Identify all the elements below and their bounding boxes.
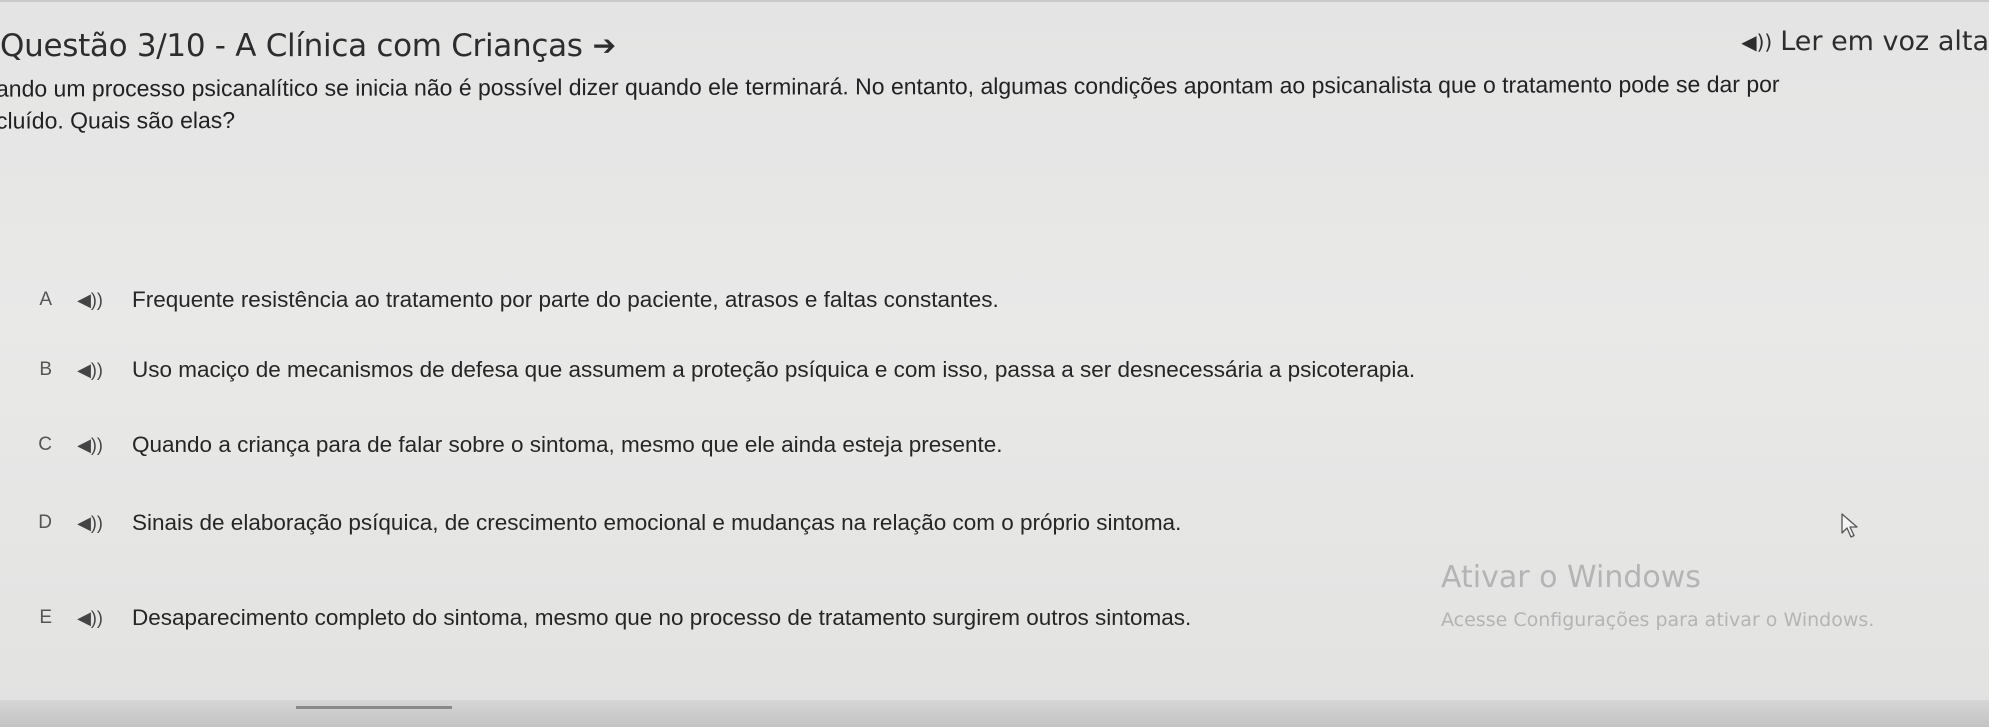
arrow-right-icon[interactable]: ➔ <box>593 29 616 62</box>
option-d[interactable]: D ◀)) Sinais de elaboração psíquica, de … <box>0 506 1181 540</box>
read-aloud-label: Ler em voz alta <box>1780 26 1989 57</box>
watermark-subtitle: Acesse Configurações para ativar o Windo… <box>1441 609 1875 631</box>
windows-activation-watermark: Ativar o Windows Acesse Configurações pa… <box>1441 560 1874 631</box>
bottom-scroll-area <box>0 700 1989 727</box>
option-text: Quando a criança para de falar sobre o s… <box>132 432 1003 457</box>
question-title-text: Questão 3/10 - A Clínica com Crianças <box>0 28 583 64</box>
question-title: Questão 3/10 - A Clínica com Crianças ➔ <box>0 28 616 64</box>
speaker-icon[interactable]: ◀)) <box>60 290 120 311</box>
speaker-icon: ◀)) <box>1741 29 1773 54</box>
option-c[interactable]: C ◀)) Quando a criança para de falar sob… <box>0 428 1003 462</box>
read-aloud-button[interactable]: ◀)) Ler em voz alta <box>1741 26 1989 57</box>
option-letter: E <box>39 607 52 628</box>
speaker-icon[interactable]: ◀)) <box>60 513 120 534</box>
top-border <box>0 0 1989 2</box>
option-text: Frequente resistência ao tratamento por … <box>132 287 999 312</box>
question-text: ando um processo psicanalítico se inicia… <box>0 67 1986 136</box>
option-text: Desaparecimento completo do sintoma, mes… <box>132 605 1192 630</box>
option-text: Sinais de elaboração psíquica, de cresci… <box>132 510 1182 535</box>
option-letter: B <box>39 359 52 380</box>
scroll-indicator[interactable] <box>296 706 452 709</box>
speaker-icon[interactable]: ◀)) <box>60 608 120 629</box>
question-line-2: cluído. Quais são elas? <box>0 106 236 134</box>
option-e[interactable]: E ◀)) Desaparecimento completo do sintom… <box>0 601 1191 635</box>
watermark-title: Ativar o Windows <box>1441 560 1701 595</box>
mouse-pointer-icon <box>1841 513 1858 538</box>
option-a[interactable]: A ◀)) Frequente resistência ao tratament… <box>0 283 999 317</box>
option-text: Uso maciço de mecanismos de defesa que a… <box>132 357 1416 382</box>
option-letter: C <box>38 434 52 455</box>
question-line-1: ando um processo psicanalítico se inicia… <box>0 70 1780 102</box>
option-letter: A <box>39 289 52 310</box>
speaker-icon[interactable]: ◀)) <box>60 360 120 381</box>
option-b[interactable]: B ◀)) Uso maciço de mecanismos de defesa… <box>0 353 1415 387</box>
speaker-icon[interactable]: ◀)) <box>60 435 120 456</box>
option-letter: D <box>38 512 52 533</box>
